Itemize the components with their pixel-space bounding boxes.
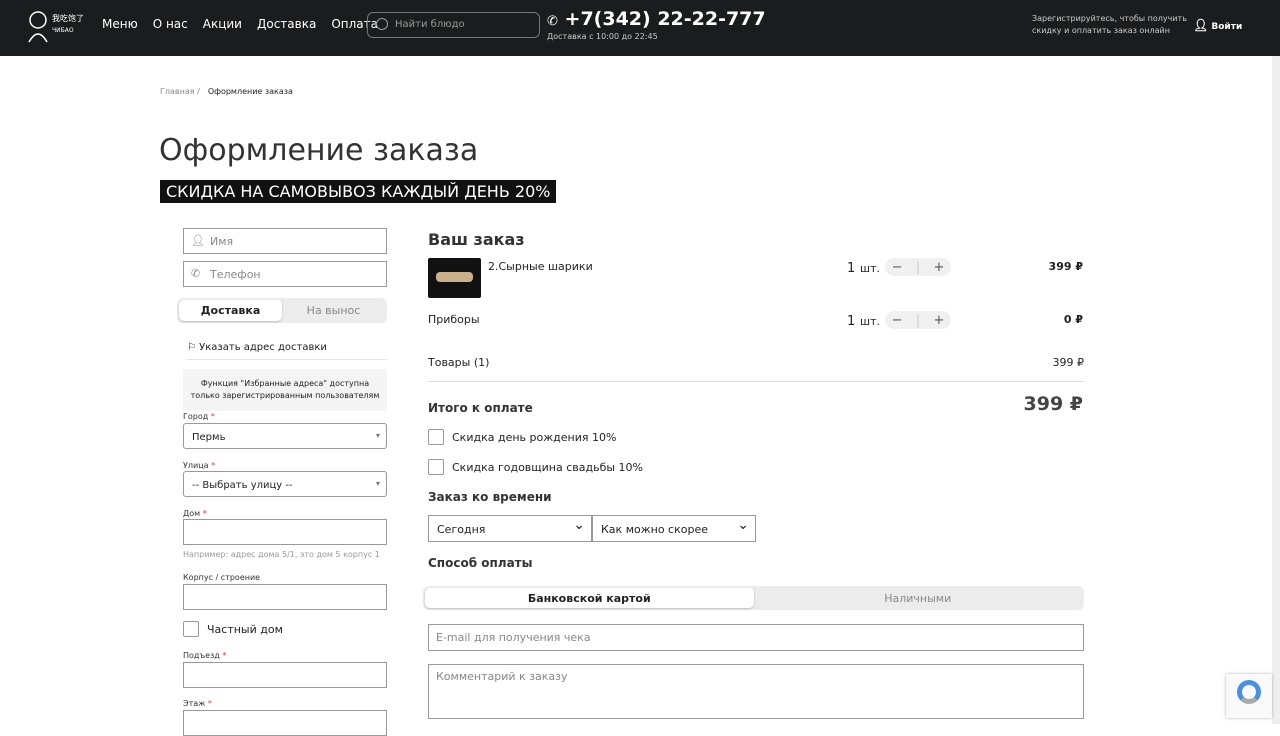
address-link[interactable]: ⚐ Указать адрес доставки (187, 342, 387, 360)
svg-text:ЧИБАО: ЧИБАО (52, 27, 74, 34)
anniversary-discount-label: Скидка годовщина свадьбы 10% (452, 461, 644, 474)
building-input[interactable] (183, 584, 387, 610)
phone-icon: ✆ (547, 14, 558, 29)
tab-takeaway[interactable]: На вынос (282, 300, 385, 321)
order-title: Ваш заказ (428, 230, 525, 249)
search-input[interactable]: Найти блюдо (367, 12, 540, 38)
minus-button[interactable]: − (892, 260, 903, 275)
promo-banner: СКИДКА НА САМОВЫВОЗ КАЖДЫЙ ДЕНЬ 20% (160, 180, 557, 203)
payment-title: Способ оплаты (428, 556, 533, 570)
total-amount: 399 ₽ (1023, 393, 1084, 415)
email-input[interactable]: E-mail для получения чека (428, 624, 1084, 651)
item-unit: шт. (860, 262, 880, 275)
nav-menu[interactable]: Меню (102, 17, 138, 31)
goods-sum: 399 ₽ (1052, 356, 1085, 369)
phone-number[interactable]: ✆ +7(342) 22-22-777 (547, 8, 766, 30)
search-placeholder: Найти блюдо (395, 19, 465, 30)
user-icon: 👤︎ (191, 234, 205, 247)
phone-text: +7(342) 22-22-777 (564, 8, 766, 30)
flag-icon: ⚐ (187, 342, 196, 353)
delivery-type-toggle: Доставка На вынос (177, 298, 387, 323)
search-icon (376, 18, 388, 30)
placeholder: Телефон (210, 268, 261, 281)
nav-promotions[interactable]: Акции (203, 17, 242, 31)
header: 我吃饱了 ЧИБАО Меню О нас Акции Доставка Опла… (0, 0, 1280, 56)
scrollbar[interactable] (1272, 56, 1280, 724)
delivery-hours: Доставка с 10:00 до 22:45 (547, 32, 658, 41)
house-hint: Например: адрес дома 5/1, это дом 5 корп… (183, 550, 380, 559)
phone-icon: ✆ (191, 267, 201, 280)
logo[interactable]: 我吃饱了 ЧИБАО (26, 8, 86, 44)
building-label: Корпус / строение (183, 573, 261, 582)
street-label: Улица * (183, 461, 216, 470)
tab-card[interactable]: Банковской картой (425, 588, 754, 608)
svg-text:我吃饱了: 我吃饱了 (52, 13, 84, 23)
placeholder: Имя (210, 235, 234, 248)
quantity-stepper: − | + (885, 258, 951, 276)
birthday-discount-checkbox[interactable] (428, 429, 444, 445)
quantity-stepper: − | + (885, 311, 951, 329)
register-line: Зарегистрируйтесь, чтобы получить (1032, 14, 1187, 23)
phone-input[interactable]: ✆ Телефон (183, 261, 387, 287)
item-price: 399 ₽ (1048, 260, 1083, 273)
recaptcha-badge[interactable] (1226, 674, 1272, 718)
item-name: Приборы (428, 313, 480, 326)
item-qty: 1 (847, 314, 856, 329)
goods-row: Товары (1) 399 ₽ (428, 356, 1084, 382)
breadcrumb: Главная / Оформление заказа (160, 87, 293, 96)
login-button[interactable]: 👤︎ Войти (1193, 18, 1242, 32)
item-unit: шт. (860, 315, 880, 328)
city-select[interactable]: Пермь (183, 423, 387, 449)
time-title: Заказ ко времени (428, 490, 552, 504)
address-link-label: Указать адрес доставки (199, 342, 327, 353)
breadcrumb-sep: / (197, 87, 200, 96)
entrance-input[interactable] (183, 662, 387, 688)
notice-line: только зарегистрированным пользователям (190, 391, 380, 400)
tab-delivery[interactable]: Доставка (179, 300, 282, 321)
user-icon: 👤︎ (1193, 18, 1209, 32)
plus-button[interactable]: + (933, 313, 944, 328)
house-label: Дом * (183, 509, 207, 518)
city-label: Город * (183, 412, 215, 421)
goods-label: Товары (1) (428, 356, 490, 369)
payment-toggle: Банковской картой Наличными (423, 586, 1084, 610)
nav-about[interactable]: О нас (153, 17, 188, 31)
breadcrumb-current: Оформление заказа (207, 87, 293, 96)
house-input[interactable] (183, 519, 387, 545)
nav-delivery[interactable]: Доставка (257, 17, 316, 31)
item-name[interactable]: 2.Сырные шарики (488, 260, 593, 273)
recaptcha-icon (1237, 680, 1261, 704)
floor-input[interactable] (183, 710, 387, 736)
street-select[interactable]: -- Выбрать улицу -- (183, 471, 387, 497)
time-select[interactable]: Как можно скорее (592, 515, 756, 542)
comment-textarea[interactable]: Комментарий к заказу (428, 664, 1084, 719)
register-promo[interactable]: Зарегистрируйтесь, чтобы получить скидку … (1032, 13, 1187, 37)
total-label: Итого к оплате (428, 401, 533, 415)
page-title: Оформление заказа (159, 133, 479, 168)
anniversary-discount-checkbox[interactable] (428, 459, 444, 475)
private-house-checkbox[interactable] (183, 621, 199, 637)
floor-label: Этаж * (183, 699, 212, 708)
name-input[interactable]: 👤︎ Имя (183, 228, 387, 254)
tab-cash[interactable]: Наличными (754, 588, 1083, 608)
plus-button[interactable]: + (933, 260, 944, 275)
login-label: Войти (1211, 22, 1243, 32)
main-nav: Меню О нас Акции Доставка Оплата (102, 17, 378, 31)
birthday-discount-label: Скидка день рождения 10% (452, 431, 617, 444)
minus-button[interactable]: − (892, 313, 903, 328)
private-house-label: Частный дом (207, 623, 283, 636)
item-price: 0 ₽ (1063, 313, 1083, 326)
entrance-label: Подъезд * (183, 651, 227, 660)
notice-line: Функция "Избранные адреса" доступна (200, 379, 370, 388)
favorites-notice: Функция "Избранные адреса" доступна тольк… (183, 369, 387, 411)
register-line: скидку и оплатить заказ онлайн (1032, 26, 1170, 35)
product-image (428, 258, 481, 298)
item-qty: 1 (847, 261, 856, 276)
breadcrumb-home[interactable]: Главная (160, 87, 195, 96)
day-select[interactable]: Сегодня (428, 515, 592, 542)
